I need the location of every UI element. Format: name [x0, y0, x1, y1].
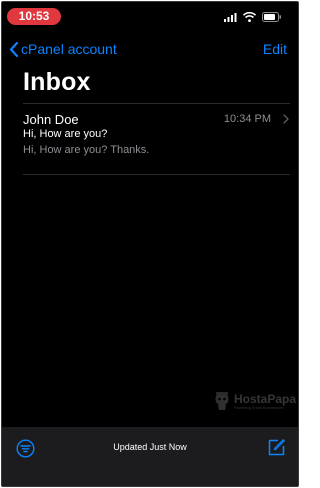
hostapapa-mascot-icon [215, 392, 229, 410]
toolbar-status: Updated Just Now [113, 442, 187, 452]
hostapapa-watermark-logo: HostaPapa Powering Small Businesses [213, 391, 296, 411]
watermark-tagline: Powering Small Businesses [234, 404, 284, 410]
phone-screen: 10:53 cPanel account Edit Inbox John Doe… [1, 1, 299, 487]
battery-icon [262, 12, 281, 22]
back-button[interactable]: cPanel account [9, 41, 117, 57]
navigation-bar: cPanel account Edit [2, 40, 298, 62]
chevron-right-icon [283, 114, 289, 124]
compose-icon[interactable] [267, 438, 286, 457]
list-item[interactable]: John Doe 10:34 PM Hi, How are you? Hi, H… [2, 105, 298, 175]
message-subject: Hi, How are you? [23, 128, 108, 140]
edit-button[interactable]: Edit [263, 41, 287, 57]
wifi-icon [243, 12, 256, 22]
message-sender: John Doe [23, 112, 79, 127]
cellular-signal-icon [224, 12, 237, 22]
watermark-name: HostaPapa [234, 391, 297, 406]
watermark-text: HostaPapa Powering Small Businesses [234, 393, 296, 410]
message-preview: Hi, How are you? Thanks. [23, 144, 150, 156]
message-time: 10:34 PM [223, 113, 271, 125]
status-time: 10:53 [7, 8, 61, 25]
title-divider [23, 103, 290, 104]
page-title: Inbox [23, 68, 91, 96]
back-button-label: cPanel account [21, 41, 117, 57]
status-bar: 10:53 [2, 2, 298, 30]
status-icons [224, 12, 282, 22]
message-divider [23, 174, 290, 175]
chevron-left-icon [9, 41, 19, 57]
bottom-toolbar: Updated Just Now [2, 427, 298, 486]
